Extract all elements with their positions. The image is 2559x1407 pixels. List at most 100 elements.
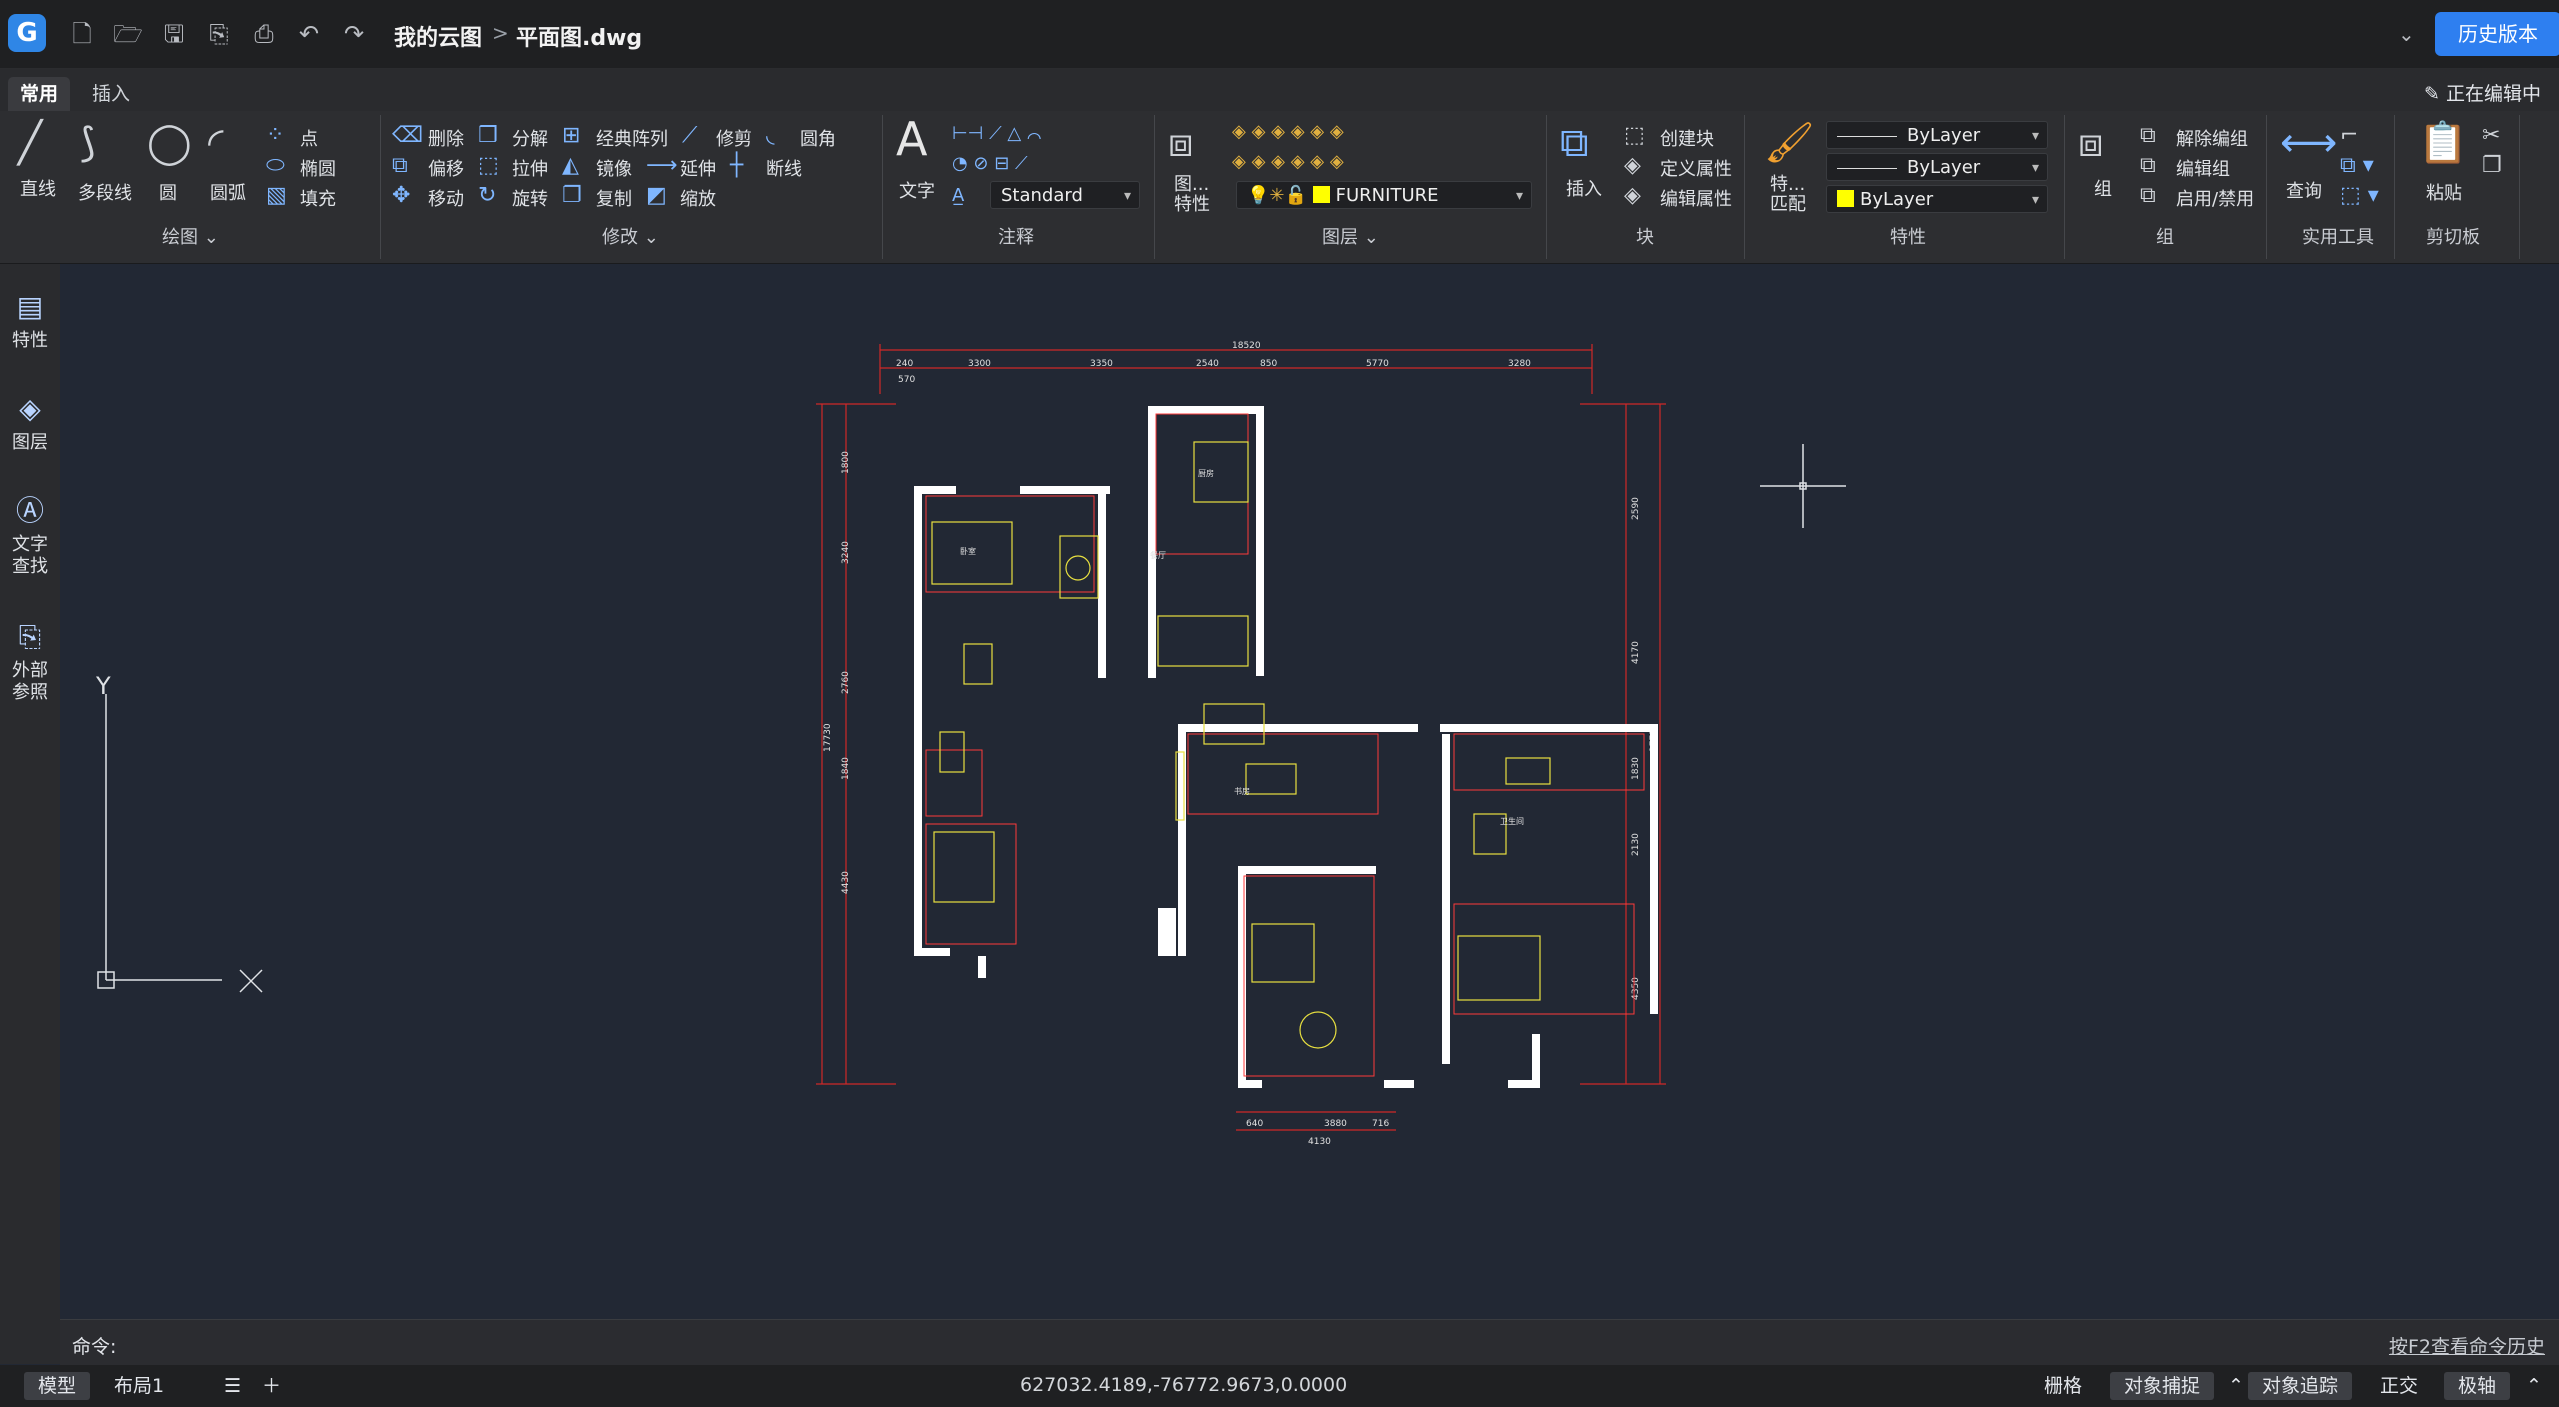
tab-layout1[interactable]: 布局1	[100, 1372, 178, 1400]
history-version-button[interactable]: 历史版本	[2435, 12, 2559, 56]
define-attr-icon[interactable]: ◈	[1624, 155, 1641, 177]
extend-icon[interactable]: ⟶	[646, 155, 678, 177]
polar-toggle[interactable]: 极轴	[2444, 1372, 2511, 1400]
arc-icon[interactable]: ◜	[208, 121, 224, 165]
lineweight-select[interactable]: ByLayer ▾	[1826, 153, 2048, 181]
create-block-button[interactable]: 创建块	[1660, 125, 1714, 151]
arc-button[interactable]: 圆弧	[210, 179, 246, 205]
mirror-icon[interactable]: ◭	[562, 155, 579, 177]
osnap-toggle[interactable]: 对象捕捉	[2110, 1372, 2215, 1400]
erase-button[interactable]: 删除	[428, 125, 464, 151]
group-draw[interactable]: 绘图 ⌄	[162, 223, 219, 249]
linetype-select[interactable]: ByLayer ▾	[1826, 121, 2048, 149]
explode-button[interactable]: 分解	[512, 125, 548, 151]
save-as-icon[interactable]: ⎘	[203, 18, 235, 50]
stretch-icon[interactable]: ⬚	[478, 155, 499, 177]
mirror-button[interactable]: 镜像	[596, 155, 632, 181]
rotate-icon[interactable]: ↻	[478, 185, 496, 207]
copy-icon[interactable]: ❐	[562, 185, 582, 207]
text-button[interactable]: 文字	[899, 177, 935, 203]
match-properties-icon[interactable]: 🖌	[1764, 121, 1815, 165]
stretch-button[interactable]: 拉伸	[512, 155, 548, 181]
move-button[interactable]: 移动	[428, 185, 464, 211]
tab-model[interactable]: 模型	[24, 1372, 91, 1400]
measure-button[interactable]: 查询	[2286, 177, 2322, 203]
redo-icon[interactable]: ↷	[338, 18, 370, 50]
break-button[interactable]: 断线	[766, 155, 802, 181]
layer-tools-icon[interactable]: ◈ ◈ ◈ ◈ ◈ ◈	[1232, 151, 1344, 173]
copy-button[interactable]: 复制	[596, 185, 632, 211]
dim-linear-icon[interactable]: ⊢⊣ ⟋ △ ⌒	[952, 123, 1041, 145]
polyline-icon[interactable]: ⟆	[80, 121, 96, 165]
group-block[interactable]: 块	[1636, 223, 1654, 249]
utility-icon[interactable]: ⌐	[2340, 125, 2358, 147]
circle-icon[interactable]: ◯	[147, 121, 192, 165]
group-modify[interactable]: 修改 ⌄	[602, 223, 659, 249]
group-groups[interactable]: 组	[2156, 223, 2174, 249]
paste-icon[interactable]: 📋	[2418, 121, 2468, 165]
extend-button[interactable]: 延伸	[680, 155, 716, 181]
command-history-link[interactable]: 按F2查看命令历史	[2389, 1332, 2545, 1359]
measure-icon[interactable]: ⟷	[2280, 121, 2337, 165]
breadcrumb-root[interactable]: 我的云图	[394, 20, 482, 52]
app-logo-icon[interactable]: G	[8, 14, 46, 52]
erase-icon[interactable]: ⌫	[392, 125, 423, 147]
group-properties[interactable]: 特性	[1890, 223, 1926, 249]
scale-button[interactable]: 缩放	[680, 185, 716, 211]
group-utilities[interactable]: 实用工具	[2302, 223, 2374, 249]
color-select[interactable]: ByLayer ▾	[1826, 185, 2048, 213]
polyline-button[interactable]: 多段线	[78, 179, 132, 205]
point-icon[interactable]: ⁘	[266, 125, 284, 147]
define-attr-button[interactable]: 定义属性	[1660, 155, 1732, 181]
text-icon[interactable]: A	[896, 116, 927, 162]
group-clipboard[interactable]: 剪切板	[2426, 223, 2480, 249]
ortho-toggle[interactable]: 正交	[2366, 1372, 2432, 1400]
command-line[interactable]: 命令: 按F2查看命令历史	[60, 1319, 2559, 1366]
copy-clip-icon[interactable]: ❐	[2482, 155, 2502, 177]
fillet-button[interactable]: 圆角	[800, 125, 836, 151]
match-properties-button[interactable]: 特... 匹配	[1770, 175, 1806, 215]
ungroup-button[interactable]: 解除编组	[2176, 125, 2248, 151]
group-annotation[interactable]: 注释	[998, 223, 1034, 249]
group-icon[interactable]: ⧈	[2078, 121, 2103, 165]
array-icon[interactable]: ⊞	[562, 125, 580, 147]
insert-block-button[interactable]: 插入	[1566, 175, 1602, 201]
toggle-group-icon[interactable]: ⧉	[2140, 185, 2156, 207]
tab-insert[interactable]: 插入	[80, 77, 142, 111]
chevron-down-icon[interactable]: ⌄	[2398, 22, 2415, 46]
edit-attr-button[interactable]: 编辑属性	[1660, 185, 1732, 211]
utility-icon[interactable]: ⧉ ▾	[2340, 155, 2374, 177]
tab-home[interactable]: 常用	[8, 77, 71, 111]
drawing-canvas[interactable]: Y 18520 240 3300 3350 2540 850 5770 3280…	[60, 264, 2559, 1319]
ellipse-icon[interactable]: ⬭	[266, 155, 285, 177]
array-button[interactable]: 经典阵列	[596, 125, 668, 151]
paste-button[interactable]: 粘贴	[2426, 179, 2462, 205]
grid-toggle[interactable]: 栅格	[2030, 1372, 2096, 1400]
utility-icon[interactable]: ⬚ ▾	[2340, 185, 2379, 207]
panel-xref[interactable]: ⎘ 外部 参照	[0, 622, 60, 704]
undo-icon[interactable]: ↶	[293, 18, 325, 50]
circle-button[interactable]: 圆	[159, 179, 177, 205]
cut-icon[interactable]: ✂	[2482, 125, 2500, 147]
break-icon[interactable]: ┼	[730, 155, 743, 177]
edit-group-icon[interactable]: ⧉	[2140, 155, 2156, 177]
layer-properties-button[interactable]: 图... 特性	[1174, 175, 1210, 215]
edit-attr-icon[interactable]: ◈	[1624, 185, 1641, 207]
save-icon[interactable]: 🖫	[158, 18, 190, 50]
point-button[interactable]: 点	[300, 125, 318, 151]
print-icon[interactable]: ⎙	[248, 18, 280, 50]
otrack-toggle[interactable]: 对象追踪	[2248, 1372, 2353, 1400]
group-button[interactable]: 组	[2094, 175, 2112, 201]
create-block-icon[interactable]: ⬚	[1624, 125, 1645, 147]
toggle-group-button[interactable]: 启用/禁用	[2176, 185, 2254, 211]
text-style-select[interactable]: Standard ▾	[990, 181, 1140, 209]
edit-group-button[interactable]: 编辑组	[2176, 155, 2230, 181]
trim-icon[interactable]: ⟋	[682, 125, 697, 147]
add-layout-icon[interactable]: ＋	[248, 1372, 295, 1400]
hatch-icon[interactable]: ▧	[266, 185, 287, 207]
open-folder-icon[interactable]: 🗁	[112, 18, 144, 50]
polar-settings-icon[interactable]: ⌃	[2512, 1372, 2556, 1400]
line-icon[interactable]: ╱	[18, 121, 42, 165]
trim-button[interactable]: 修剪	[716, 125, 752, 151]
line-button[interactable]: 直线	[20, 175, 56, 201]
